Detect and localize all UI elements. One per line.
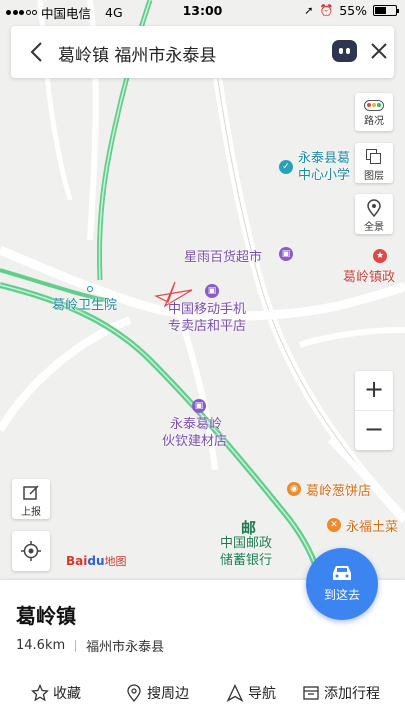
hospital-dot-icon	[87, 286, 93, 292]
poi-supermarket[interactable]: 星雨百货超市	[184, 246, 262, 265]
add-trip-button[interactable]: 添加行程	[302, 683, 380, 703]
report-button[interactable]: 上报	[12, 479, 50, 519]
go-here-button[interactable]: 到这去	[306, 548, 378, 620]
star-icon	[31, 684, 49, 702]
layers-button[interactable]: 图层	[355, 143, 393, 183]
poi-government[interactable]: 葛岭镇政	[343, 266, 395, 285]
map-pin-icon	[364, 199, 384, 218]
locate-crosshair-icon	[21, 541, 41, 561]
baidu-map-logo: Baidu地图	[66, 554, 127, 568]
layers-label: 图层	[364, 171, 384, 182]
close-icon[interactable]	[368, 40, 390, 62]
search-query[interactable]: 葛岭镇 福州市永泰县	[58, 41, 216, 66]
place-distance: 14.6km	[16, 638, 66, 653]
navigate-button[interactable]: 导航	[226, 683, 276, 703]
edit-icon	[23, 485, 39, 500]
location-arrow-icon: ➚	[304, 4, 314, 17]
poi-building-materials[interactable]: 永泰葛岭 伙钦建材店	[162, 416, 227, 450]
battery-percent: 55%	[339, 3, 367, 18]
restaurant-pin-icon[interactable]: ✕	[327, 518, 341, 532]
search-nearby-button[interactable]: 搜周边	[125, 683, 189, 703]
battery-icon	[373, 5, 399, 16]
poi-school[interactable]: 永泰县葛 中心小学	[298, 150, 350, 184]
poi-bakery[interactable]: 葛岭葱饼店	[306, 480, 371, 499]
zoom-in-button[interactable]: +	[355, 371, 393, 410]
traffic-button[interactable]: 路况	[355, 93, 393, 131]
place-meta: 14.6km 福州市永泰县	[16, 636, 164, 655]
alarm-icon: ⏰	[319, 4, 334, 17]
panorama-button[interactable]: 全景	[355, 194, 393, 234]
voice-assistant-icon[interactable]	[332, 40, 357, 62]
traffic-label: 路况	[364, 116, 384, 127]
favorite-button[interactable]: 收藏	[31, 683, 81, 703]
government-pin-icon[interactable]: ★	[373, 249, 387, 263]
bakery-pin-icon[interactable]: ◉	[287, 482, 301, 496]
zoom-out-button[interactable]: −	[355, 410, 393, 449]
go-here-label: 到这去	[323, 588, 360, 602]
car-icon	[333, 566, 351, 580]
map-view[interactable]: ✓ 永泰县葛 中心小学 星雨百货超市 ▣ ★ 葛岭镇政 葛岭卫生院 ▣ 中国移动…	[0, 0, 405, 580]
school-pin-icon[interactable]: ✓	[279, 160, 293, 174]
divider	[75, 639, 77, 652]
search-bar[interactable]: 葛岭镇 福州市永泰县	[11, 26, 394, 78]
location-pin-icon	[127, 684, 141, 702]
place-region: 福州市永泰县	[86, 640, 165, 655]
traffic-light-icon	[364, 100, 384, 111]
navigation-arrow-icon	[226, 684, 244, 702]
building-shop-pin-icon[interactable]: ▣	[192, 399, 206, 413]
poi-restaurant[interactable]: 永福土菜	[346, 516, 398, 535]
mobile-shop-pin-icon[interactable]: ▣	[205, 284, 219, 298]
poi-hospital[interactable]: 葛岭卫生院	[52, 294, 117, 313]
report-label: 上报	[21, 507, 41, 518]
place-name: 葛岭镇	[16, 604, 76, 628]
calendar-icon	[303, 686, 319, 700]
zoom-control[interactable]: + −	[355, 371, 393, 450]
panorama-label: 全景	[364, 222, 384, 233]
back-arrow-icon[interactable]	[25, 39, 49, 65]
poi-mobile-shop[interactable]: 中国移动手机 专卖店和平店	[168, 301, 246, 335]
layers-icon	[364, 148, 384, 166]
status-bar: 中国电信 4G 13:00 ➚ ⏰ 55%	[0, 0, 405, 22]
locate-me-button[interactable]	[12, 531, 50, 571]
poi-post-bank[interactable]: 中国邮政 储蓄银行	[220, 535, 272, 569]
shop-pin-icon[interactable]: ▣	[279, 247, 293, 261]
